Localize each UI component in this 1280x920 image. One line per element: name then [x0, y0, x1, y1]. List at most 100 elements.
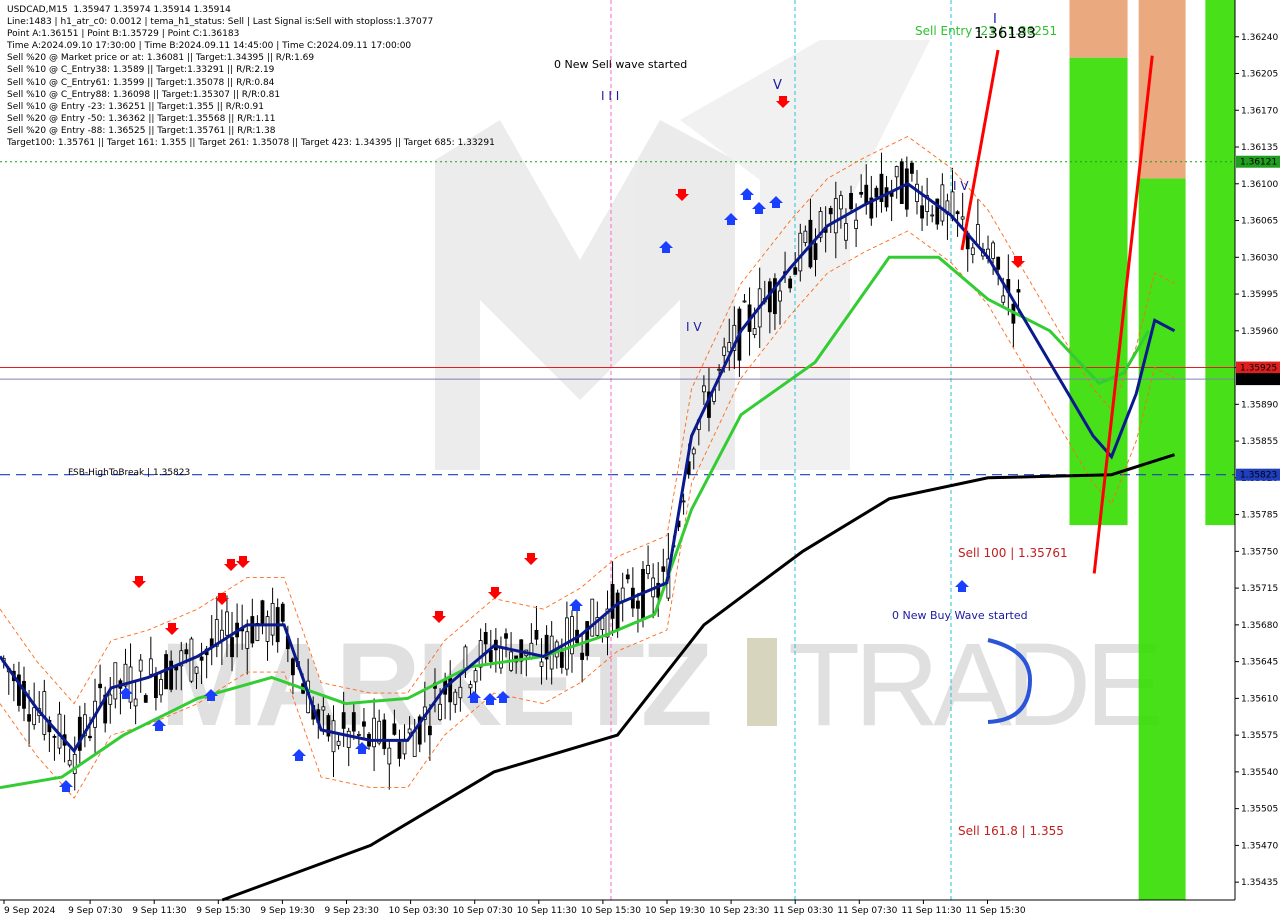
info-panel: USDCAD,M15 1.35947 1.35974 1.35914 1.359… [7, 4, 495, 149]
watermark-i-block [747, 638, 777, 726]
candle-body [372, 717, 376, 748]
price-tick-label: 1.35715 [1241, 584, 1278, 594]
info-line: Target100: 1.35761 || Target 161: 1.355 … [7, 138, 495, 149]
candle-body [788, 278, 793, 289]
info-line: Time A:2024.09.10 17:30:00 | Time B:2024… [7, 41, 412, 52]
candle-body [625, 574, 630, 580]
wave-iii-label: I I I [601, 89, 620, 103]
time-tick-label: 10 Sep 15:30 [581, 906, 641, 916]
candle-body [559, 651, 564, 668]
price-tick-label: 1.36205 [1241, 70, 1278, 80]
candle-body [661, 566, 666, 572]
time-tick-label: 10 Sep 03:30 [389, 906, 449, 916]
buy-arrow-icon [955, 580, 969, 592]
candle-body [920, 205, 924, 219]
candle-body [701, 385, 706, 393]
price-tick-label: 1.36135 [1241, 143, 1278, 153]
candle-body [387, 747, 392, 765]
price-tick-label: 1.35680 [1241, 621, 1278, 631]
candle-body [793, 267, 798, 275]
candle-body [1001, 295, 1006, 303]
candle-body [225, 611, 229, 636]
info-line: Sell %10 @ C_Entry61: 1.3599 || Target:1… [7, 77, 275, 88]
candle-body [52, 735, 57, 738]
candle-body [108, 694, 113, 705]
candle-body [392, 723, 397, 735]
candle-body [534, 630, 539, 640]
buy-arrow-icon [59, 780, 73, 792]
time-tick-label: 9 Sep 19:30 [260, 906, 315, 916]
sell-arrow-icon [1011, 256, 1025, 268]
time-tick-label: 10 Sep 07:30 [453, 906, 513, 916]
time-tick-label: 11 Sep 03:30 [773, 906, 833, 916]
candle-body [356, 733, 361, 736]
candle-body [854, 219, 859, 229]
candle-body [98, 683, 103, 689]
time-tick-label: 9 Sep 23:30 [325, 906, 380, 916]
sell-161-label: Sell 161.8 | 1.355 [958, 824, 1064, 838]
time-tick-label: 11 Sep 15:30 [966, 906, 1026, 916]
candle-body [899, 161, 904, 204]
candle-body [32, 707, 37, 726]
info-line: Sell %20 @ Entry -88: 1.36525 || Target:… [7, 125, 276, 136]
candle-body [382, 719, 387, 749]
time-tick-label: 10 Sep 11:30 [517, 906, 577, 916]
candle-body [970, 247, 975, 255]
candle-body [245, 631, 250, 649]
candle-body [265, 616, 270, 642]
time-tick-label: 10 Sep 19:30 [645, 906, 705, 916]
candle-body [341, 712, 346, 729]
time-tick-label: 9 Sep 11:30 [132, 906, 187, 916]
candle-body [148, 658, 153, 675]
candle-body [113, 662, 118, 700]
sell-arrow-icon [236, 556, 250, 568]
candle-body [717, 368, 722, 371]
time-tick-label: 11 Sep 11:30 [901, 906, 961, 916]
candle-body [844, 223, 848, 241]
candle-body [910, 162, 914, 174]
point-c-label: 1.36183 [974, 24, 1037, 42]
price-tick-label: 1.36030 [1241, 253, 1278, 263]
candle-body [884, 187, 889, 208]
candle-body [473, 670, 478, 683]
candle-body [22, 680, 26, 709]
info-line: Sell %10 @ Entry -23: 1.36251 || Target:… [7, 101, 265, 112]
info-line: USDCAD,M15 1.35947 1.35974 1.35914 1.359… [7, 5, 231, 15]
candle-body [828, 207, 833, 215]
price-tick-label: 1.36100 [1241, 180, 1278, 190]
candle-body [428, 725, 432, 736]
candle-body [138, 659, 143, 672]
candle-body [184, 649, 189, 655]
price-badge-label: 1.35914 [1240, 375, 1277, 385]
candle-body [859, 191, 864, 195]
candle-body [752, 328, 757, 336]
candle-body [351, 712, 356, 732]
candle-body [488, 650, 493, 663]
candle-body [849, 192, 853, 210]
candle-body [458, 686, 463, 699]
candle-body [504, 633, 508, 639]
candle-body [230, 637, 234, 658]
info-line: Sell %10 @ C_Entry88: 1.36098 || Target:… [7, 89, 281, 100]
zone-green [1138, 178, 1186, 900]
zone-orange [1138, 0, 1186, 179]
price-tick-label: 1.36240 [1241, 33, 1278, 43]
candle-body [778, 290, 782, 302]
candle-body [991, 242, 995, 259]
sell-wave-label: 0 New Sell wave started [554, 58, 688, 71]
price-tick-label: 1.35610 [1241, 694, 1278, 704]
sell-100-label: Sell 100 | 1.35761 [958, 546, 1068, 560]
candle-body [975, 224, 980, 246]
price-axis-bg [1235, 0, 1280, 920]
candle-body [600, 617, 605, 631]
info-line: Sell %20 @ Market price or at: 1.36081 |… [7, 53, 315, 64]
candle-body [67, 759, 72, 766]
time-tick-label: 9 Sep 2024 [4, 906, 56, 916]
price-badge-label: 1.35823 [1240, 471, 1277, 481]
price-tick-label: 1.35435 [1241, 878, 1278, 888]
sell-arrow-icon [132, 576, 146, 588]
candle-body [159, 679, 163, 696]
candle-body [397, 741, 402, 759]
price-tick-label: 1.35855 [1241, 437, 1278, 447]
time-tick-label: 11 Sep 07:30 [837, 906, 897, 916]
